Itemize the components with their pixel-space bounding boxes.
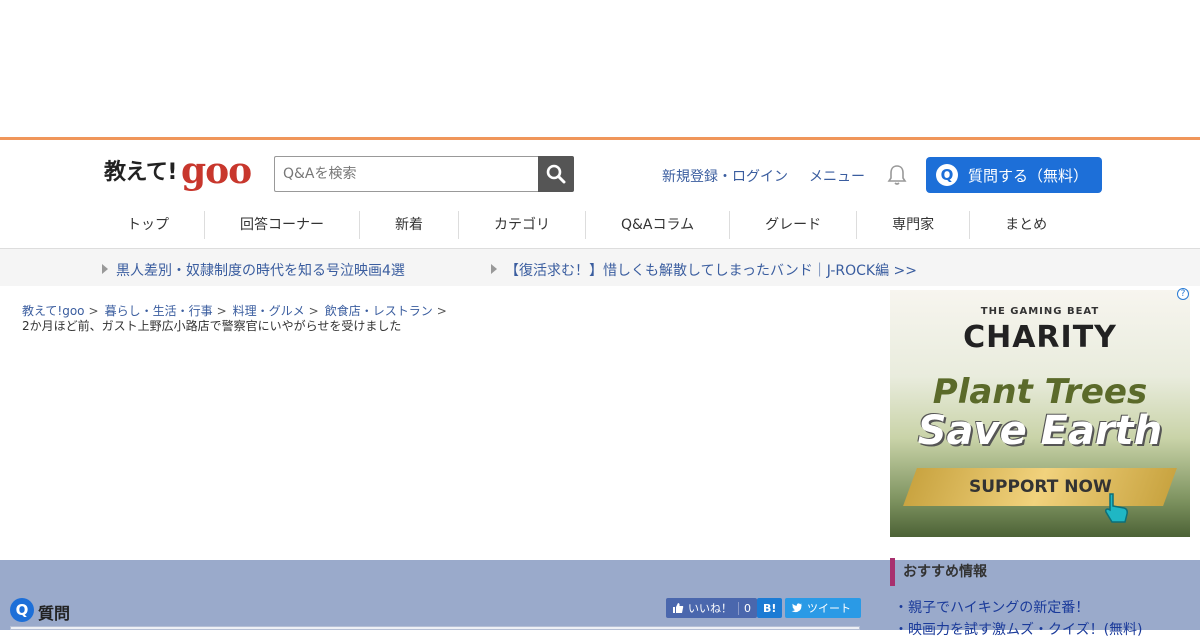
breadcrumb-item[interactable]: 料理・グルメ [233, 304, 305, 318]
like-count: 0 [738, 601, 751, 615]
nav-expert[interactable]: 専門家 [857, 211, 971, 239]
recommended-link-1[interactable]: ・親子でハイキングの新定番！ [894, 597, 1089, 617]
promo-link-2-label: 【復活求む！】惜しくも解散してしまったバンド｜J-ROCK編 >> [505, 263, 918, 279]
search-button[interactable] [538, 156, 574, 192]
ad-support-label: SUPPORT NOW [968, 477, 1112, 497]
nav-qa-column[interactable]: Q&Aコラム [586, 211, 731, 239]
logo-goo: goo [180, 150, 252, 192]
ad-line-4: Save Earth [917, 408, 1163, 454]
logo-text: 教えて! [104, 160, 177, 185]
nav-new[interactable]: 新着 [360, 211, 459, 239]
promo-link-1-label: 黒人差別・奴隷制度の時代を知る号泣映画4選 [116, 263, 405, 279]
pointer-hand-icon [1105, 493, 1128, 523]
main-nav: トップ 回答コーナー 新着 カテゴリ Q&Aコラム グレード 専門家 まとめ [92, 211, 1082, 239]
hatena-bookmark-button[interactable]: B! [757, 598, 783, 618]
site-header: 教えて! goo 新規登録・ログイン メニュー Q 質問する（無料） トップ 回… [0, 137, 1200, 249]
site-logo[interactable]: 教えて! goo [104, 150, 252, 192]
nav-matome[interactable]: まとめ [970, 211, 1082, 239]
arrow-right-icon [102, 264, 108, 274]
breadcrumb-separator: > [436, 304, 447, 318]
promo-link-1[interactable]: 黒人差別・奴隷制度の時代を知る号泣映画4選 [102, 260, 405, 280]
search-box [274, 156, 574, 192]
charity-ad-banner[interactable]: THE GAMING BEAT CHARITY Plant Trees Save… [890, 290, 1190, 537]
breadcrumb-separator: > [216, 304, 227, 318]
question-icon: Q [10, 598, 34, 622]
nav-answer-corner[interactable]: 回答コーナー [205, 211, 360, 239]
question-icon: Q [936, 164, 958, 186]
nav-category[interactable]: カテゴリ [459, 211, 586, 239]
breadcrumb-separator: > [88, 304, 99, 318]
nav-grade[interactable]: グレード [730, 211, 858, 239]
tweet-label: ツイート [807, 602, 851, 615]
question-heading: 質問 [38, 604, 71, 623]
top-ad-space [0, 0, 1200, 137]
ad-support-button[interactable]: SUPPORT NOW [903, 468, 1177, 506]
breadcrumb-item[interactable]: 教えて!goo [22, 304, 85, 318]
question-divider [10, 626, 860, 630]
breadcrumb-item[interactable]: 飲食店・レストラン [325, 304, 433, 318]
promo-link-2[interactable]: 【復活求む！】惜しくも解散してしまったバンド｜J-ROCK編 >> [491, 260, 917, 280]
recommended-heading: おすすめ情報 [890, 558, 987, 586]
question-section-band [0, 560, 880, 630]
ask-question-button[interactable]: Q 質問する（無料） [926, 157, 1102, 193]
breadcrumb-separator: > [308, 304, 319, 318]
ask-question-label: 質問する（無料） [968, 166, 1089, 185]
arrow-right-icon [491, 264, 497, 274]
search-icon [546, 164, 566, 184]
search-input[interactable] [274, 156, 538, 192]
breadcrumb-current: 2か月ほど前、ガスト上野広小路店で警察官にいやがらせを受けました [22, 319, 402, 333]
nav-top[interactable]: トップ [92, 211, 205, 239]
tweet-button[interactable]: ツイート [785, 598, 861, 618]
bell-icon[interactable] [886, 164, 908, 186]
like-label: いいね！ [688, 602, 732, 615]
facebook-like-button[interactable]: いいね！ 0 [666, 598, 757, 618]
twitter-bird-icon [791, 603, 802, 613]
ad-line-3: Plant Trees [932, 372, 1148, 412]
breadcrumb-item[interactable]: 暮らし・生活・行事 [105, 304, 213, 318]
recommended-link-2[interactable]: ・映画力を試す激ムズ・クイズ！(無料) [894, 619, 1143, 639]
ad-line-2: CHARITY [963, 320, 1117, 355]
promo-bar: 黒人差別・奴隷制度の時代を知る号泣映画4選 【復活求む！】惜しくも解散してしまっ… [0, 249, 1200, 286]
register-login-link[interactable]: 新規登録・ログイン [662, 166, 788, 186]
menu-link[interactable]: メニュー [809, 166, 865, 186]
thumbs-up-icon [673, 603, 684, 613]
ad-info-icon[interactable]: ? [1177, 288, 1189, 300]
ad-line-1: THE GAMING BEAT [980, 306, 1100, 317]
